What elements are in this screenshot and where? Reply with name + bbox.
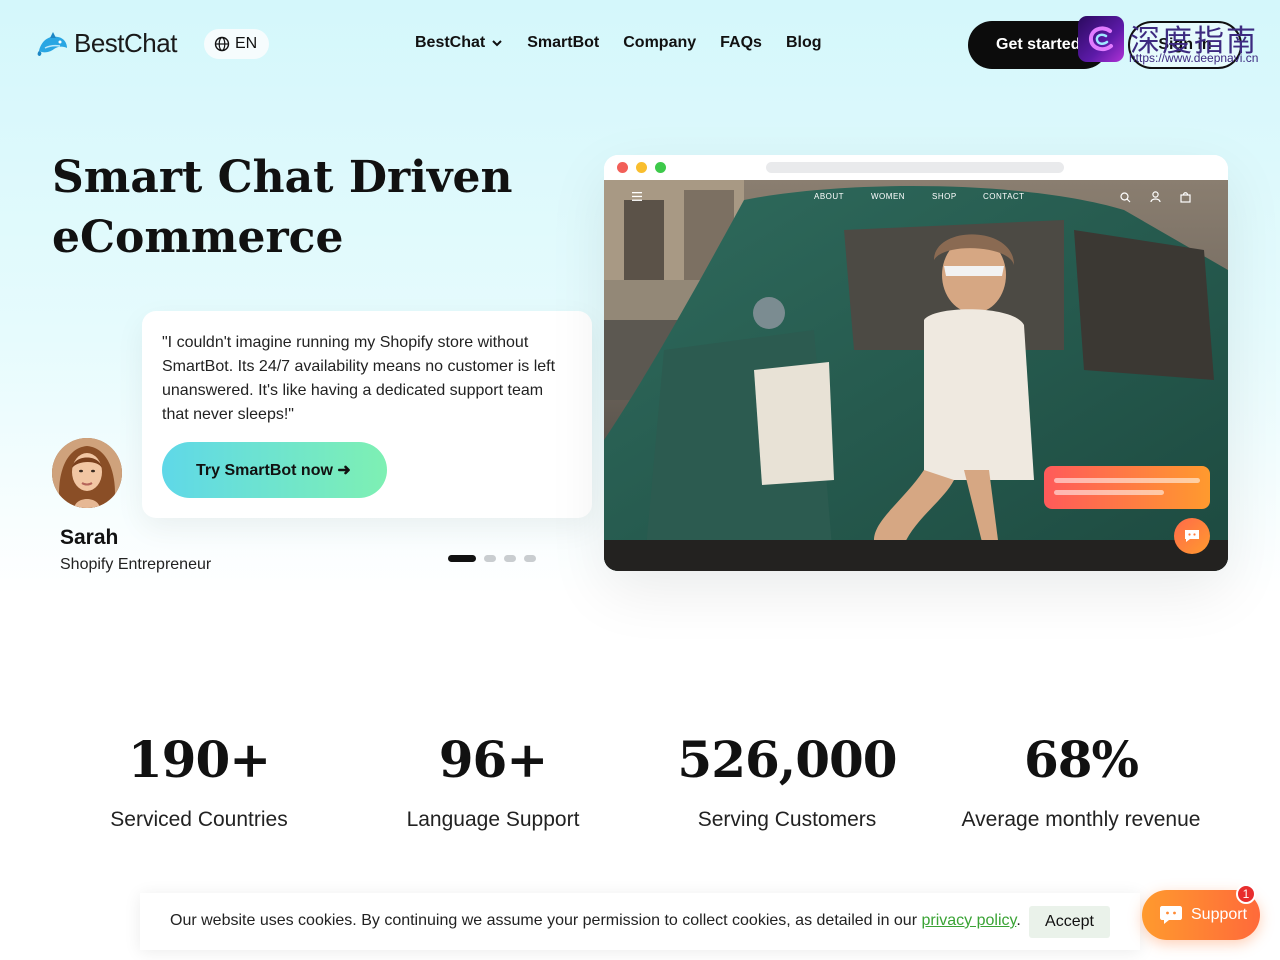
carousel-dot[interactable] <box>448 555 476 562</box>
chat-bubble-icon <box>1185 530 1199 542</box>
testimonial-author-role: Shopify Entrepreneur <box>60 556 212 573</box>
notification-badge: 1 <box>1236 884 1256 904</box>
globe-icon <box>214 36 230 52</box>
cookie-trailing: . <box>1016 912 1021 929</box>
window-close-dot <box>617 162 628 173</box>
language-label: EN <box>235 35 258 52</box>
watermark: 深度指南 https://www.deepnavi.cn <box>1078 16 1268 68</box>
carousel-indicators <box>448 555 536 562</box>
window-maximize-dot <box>655 162 666 173</box>
nav-item-company[interactable]: Company <box>623 34 696 52</box>
stat-label: Serviced Countries <box>110 808 288 831</box>
mockup-site-nav: ABOUT WOMEN SHOP CONTACT <box>604 185 1228 209</box>
chat-preview-bubble <box>1044 466 1210 509</box>
chat-bubble-icon <box>1160 906 1182 924</box>
hero-title-line2: eCommerce <box>52 212 344 263</box>
nav-item-smartbot[interactable]: SmartBot <box>527 34 599 52</box>
main-nav: BestChat SmartBot Company FAQs Blog <box>415 34 822 52</box>
stat-monthly-revenue: 68% Average monthly revenue <box>931 730 1231 832</box>
chat-widget-button[interactable] <box>1174 518 1210 554</box>
stat-label: Average monthly revenue <box>961 808 1201 831</box>
mockup-address-bar <box>766 162 1064 173</box>
menu-icon <box>632 192 642 201</box>
mockup-titlebar <box>604 155 1228 180</box>
nav-item-bestchat[interactable]: BestChat <box>415 34 503 52</box>
chevron-down-icon <box>492 40 502 47</box>
site-header: BestChat EN BestChat SmartBot Company FA… <box>0 0 1280 90</box>
browser-mockup: ABOUT WOMEN SHOP CONTACT <box>604 155 1228 571</box>
stat-label: Language Support <box>406 808 580 831</box>
testimonial-card: "I couldn't imagine running my Shopify s… <box>142 311 592 518</box>
stat-value: 190+ <box>127 730 271 789</box>
avatar <box>52 438 122 508</box>
dolphin-icon <box>37 31 67 56</box>
stat-serving-customers: 526,000 Serving Customers <box>637 730 937 832</box>
window-minimize-dot <box>636 162 647 173</box>
nav-item-faqs[interactable]: FAQs <box>720 34 762 52</box>
page: BestChat EN BestChat SmartBot Company FA… <box>0 0 1280 960</box>
hero-title: Smart Chat Driven eCommerce <box>52 148 572 268</box>
mockup-nav-item: ABOUT <box>814 192 845 201</box>
shopping-bag-icon <box>1180 192 1191 203</box>
stat-value: 526,000 <box>677 730 897 789</box>
nav-item-label: BestChat <box>415 34 486 51</box>
mockup-nav-item: WOMEN <box>871 192 906 201</box>
testimonial-author-name: Sarah <box>60 526 119 549</box>
try-smartbot-button[interactable]: Try SmartBot now ➜ <box>162 442 387 498</box>
carousel-dot[interactable] <box>504 555 516 562</box>
mockup-nav-item: CONTACT <box>983 192 1025 201</box>
stat-value: 96+ <box>438 730 548 789</box>
nav-item-label: SmartBot <box>527 34 600 51</box>
testimonial-quote: "I couldn't imagine running my Shopify s… <box>162 334 556 423</box>
brand-logo[interactable]: BestChat <box>36 28 177 59</box>
hero-photo <box>604 180 1228 571</box>
stat-language-support: 96+ Language Support <box>343 730 643 832</box>
support-label: Support <box>1191 906 1248 923</box>
cookie-message: Our website uses cookies. By continuing … <box>170 912 1021 930</box>
search-icon <box>1120 192 1131 203</box>
brand-name: BestChat <box>74 28 177 58</box>
nav-item-label: FAQs <box>720 34 762 51</box>
cookie-text: Our website uses cookies. By continuing … <box>170 912 918 929</box>
nav-item-blog[interactable]: Blog <box>786 34 822 52</box>
mockup-nav-item: SHOP <box>932 192 957 201</box>
cookie-banner: Our website uses cookies. By continuing … <box>140 893 1140 950</box>
watermark-logo-icon <box>1078 16 1124 62</box>
language-selector[interactable]: EN <box>204 29 270 59</box>
watermark-url: https://www.deepnavi.cn <box>1129 51 1259 65</box>
accept-cookies-button[interactable]: Accept <box>1029 906 1110 938</box>
avatar-portrait <box>52 438 122 508</box>
chat-preview-line <box>1054 478 1200 483</box>
stat-serviced-countries: 190+ Serviced Countries <box>49 730 349 832</box>
hero-title-line1: Smart Chat Driven <box>52 152 513 203</box>
privacy-policy-link[interactable]: privacy policy <box>921 912 1016 929</box>
chat-preview-line <box>1054 490 1164 495</box>
stat-value: 68% <box>1023 730 1139 789</box>
carousel-dot[interactable] <box>484 555 496 562</box>
nav-item-label: Blog <box>785 34 822 51</box>
carousel-dot[interactable] <box>524 555 536 562</box>
nav-item-label: Company <box>623 34 697 51</box>
stat-label: Serving Customers <box>697 808 877 831</box>
user-icon <box>1150 191 1161 203</box>
